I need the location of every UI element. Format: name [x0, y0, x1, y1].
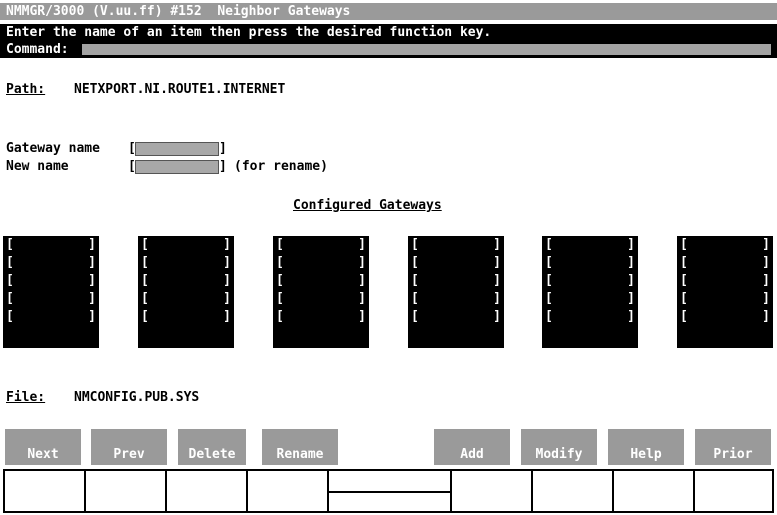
- file-value: NMCONFIG.PUB.SYS: [74, 390, 200, 405]
- gateway-slot[interactable]: []: [138, 290, 234, 308]
- gateway-column: [] [] [] [] []: [677, 236, 773, 348]
- gateway-column: [] [] [] [] []: [408, 236, 504, 348]
- window-title: NMMGR/3000 (V.uu.ff) #152 Neighbor Gatew…: [0, 3, 777, 20]
- next-page-key[interactable]: Next Page: [5, 429, 81, 479]
- configured-gateways-heading: Configured Gateways: [293, 198, 442, 213]
- gateway-slot[interactable]: []: [677, 272, 773, 290]
- gateway-slot[interactable]: []: [542, 272, 638, 290]
- gateway-column: [] [] [] [] []: [542, 236, 638, 348]
- gateway-name-input[interactable]: [135, 142, 219, 156]
- gateway-slot[interactable]: []: [408, 290, 504, 308]
- gateway-slot[interactable]: []: [3, 272, 99, 290]
- softkey-slot: [533, 471, 614, 511]
- prior-screen-key[interactable]: Prior Screen: [695, 429, 771, 479]
- new-name-label: New name: [6, 159, 69, 174]
- gateway-slot[interactable]: []: [138, 272, 234, 290]
- delete-key[interactable]: Delete: [178, 429, 246, 465]
- gateway-slot[interactable]: []: [542, 290, 638, 308]
- gateway-column: [] [] [] [] []: [273, 236, 369, 348]
- field-close-bracket: ]: [219, 141, 227, 156]
- modify-key[interactable]: Modify: [521, 429, 597, 465]
- gateway-column: [] [] [] [] []: [3, 236, 99, 348]
- gateway-slot[interactable]: []: [677, 308, 773, 326]
- gateway-slot[interactable]: []: [3, 254, 99, 272]
- gateway-slot[interactable]: []: [273, 254, 369, 272]
- gateway-slot[interactable]: []: [3, 236, 99, 254]
- instruction-message: Enter the name of an item then press the…: [0, 24, 777, 41]
- help-key[interactable]: Help: [608, 429, 684, 465]
- gateway-column: [] [] [] [] []: [138, 236, 234, 348]
- gateway-slot[interactable]: []: [408, 272, 504, 290]
- softkey-slot: [452, 471, 533, 511]
- file-label: File:: [6, 390, 46, 405]
- gateway-slot[interactable]: []: [138, 236, 234, 254]
- gateway-slot[interactable]: []: [273, 290, 369, 308]
- softkey-slot: [248, 471, 329, 511]
- path-value: NETXPORT.NI.ROUTE1.INTERNET: [74, 82, 286, 97]
- command-label: Command:: [6, 42, 69, 57]
- new-name-input[interactable]: [135, 160, 219, 174]
- gateway-slot[interactable]: []: [138, 308, 234, 326]
- gateway-slot[interactable]: []: [273, 308, 369, 326]
- gateway-slot[interactable]: []: [3, 308, 99, 326]
- gateway-slot[interactable]: []: [408, 236, 504, 254]
- gateway-slot[interactable]: []: [3, 290, 99, 308]
- gateway-slot[interactable]: []: [273, 272, 369, 290]
- softkey-outline-row: [3, 469, 774, 513]
- gateway-slot[interactable]: []: [408, 254, 504, 272]
- softkey-divider: [329, 491, 450, 493]
- gateway-slot[interactable]: []: [677, 254, 773, 272]
- rename-hint: (for rename): [234, 159, 328, 174]
- gateway-name-label: Gateway name: [6, 141, 100, 156]
- softkey-slot: [614, 471, 695, 511]
- softkey-slot: [167, 471, 248, 511]
- path-label: Path:: [6, 82, 46, 97]
- command-input[interactable]: [82, 44, 771, 55]
- gateway-slot[interactable]: []: [542, 308, 638, 326]
- softkey-slot: [86, 471, 167, 511]
- prev-page-key[interactable]: Prev Page: [91, 429, 167, 479]
- field-close-bracket: ]: [219, 159, 227, 174]
- gateway-slot[interactable]: []: [677, 236, 773, 254]
- gateway-slot[interactable]: []: [677, 290, 773, 308]
- softkey-slot: [5, 471, 86, 511]
- command-line: Command:: [0, 41, 777, 58]
- gateway-slot[interactable]: []: [273, 236, 369, 254]
- gateway-slot[interactable]: []: [542, 236, 638, 254]
- gateway-slot[interactable]: []: [542, 254, 638, 272]
- add-key[interactable]: Add: [434, 429, 510, 465]
- rename-key[interactable]: Rename: [262, 429, 338, 465]
- gateway-slot[interactable]: []: [408, 308, 504, 326]
- gateway-slot[interactable]: []: [138, 254, 234, 272]
